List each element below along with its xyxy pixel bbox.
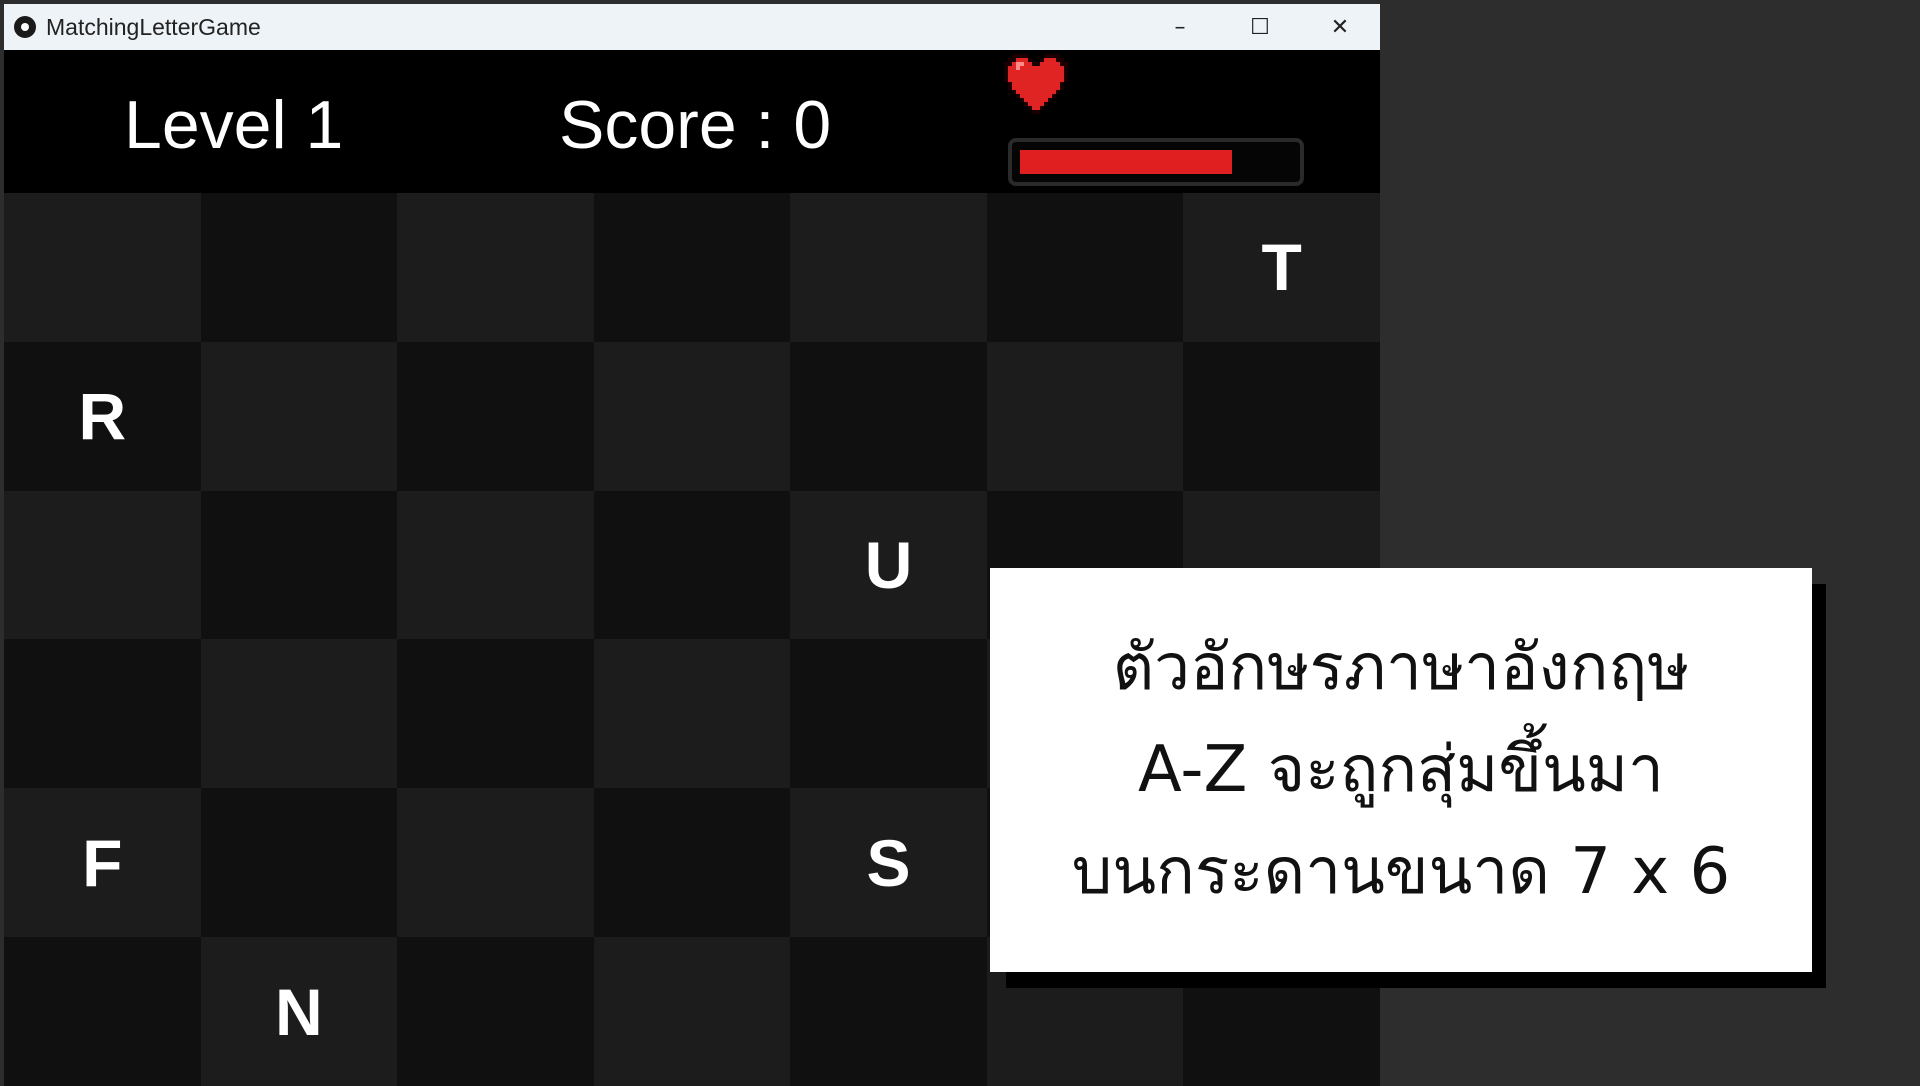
board-cell[interactable] <box>397 490 594 640</box>
minimize-button[interactable]: – <box>1140 4 1220 50</box>
board-cell[interactable] <box>1183 341 1380 491</box>
board-cell[interactable] <box>986 193 1184 342</box>
title-bar[interactable]: MatchingLetterGame – ☐ ✕ <box>4 4 1380 50</box>
board-cell[interactable] <box>4 639 201 789</box>
window-title: MatchingLetterGame <box>46 13 261 40</box>
board-cell[interactable] <box>790 937 987 1086</box>
board-cell[interactable] <box>593 639 791 789</box>
board-cell[interactable] <box>790 639 987 789</box>
health-bar <box>1008 138 1304 186</box>
board-cell[interactable] <box>397 937 594 1086</box>
caption-line: ตัวอักษรภาษาอังกฤษ <box>1112 631 1690 705</box>
board-cell[interactable] <box>790 341 987 491</box>
letter-tile[interactable]: U <box>790 490 987 640</box>
board-cell[interactable] <box>200 490 398 640</box>
board-cell[interactable] <box>200 788 398 938</box>
level-label: Level 1 <box>124 87 344 163</box>
board-cell[interactable] <box>4 193 201 342</box>
board-cell[interactable] <box>397 788 594 938</box>
close-button[interactable]: ✕ <box>1300 4 1380 50</box>
board-cell[interactable] <box>593 937 791 1086</box>
caption-box: ตัวอักษรภาษาอังกฤษ A-Z จะถูกสุ่มขึ้นมา บ… <box>990 568 1812 972</box>
caption-line: บนกระดานขนาด 7 x 6 <box>1071 835 1731 909</box>
letter-tile[interactable]: S <box>790 788 987 938</box>
maximize-button[interactable]: ☐ <box>1220 4 1300 50</box>
board-cell[interactable] <box>593 788 791 938</box>
board-cell[interactable] <box>593 193 791 342</box>
score-label: Score : 0 <box>559 87 832 163</box>
caption-line: A-Z จะถูกสุ่มขึ้นมา <box>1138 733 1664 807</box>
letter-tile[interactable]: F <box>4 788 201 938</box>
board-cell[interactable] <box>200 341 398 491</box>
board-cell[interactable] <box>200 639 398 789</box>
heart-icon <box>1004 54 1068 114</box>
health-bar-fill <box>1020 150 1232 174</box>
window-controls: – ☐ ✕ <box>1140 4 1380 50</box>
letter-tile[interactable]: T <box>1183 193 1380 342</box>
board-cell[interactable] <box>593 490 791 640</box>
board-cell[interactable] <box>397 639 594 789</box>
hud: Level 1 Score : 0 <box>4 50 1380 193</box>
letter-tile[interactable]: R <box>4 341 201 491</box>
letter-tile[interactable]: N <box>200 937 398 1086</box>
board-cell[interactable] <box>4 937 201 1086</box>
board-cell[interactable] <box>593 341 791 491</box>
board-cell[interactable] <box>4 490 201 640</box>
board-cell[interactable] <box>790 193 987 342</box>
board-cell[interactable] <box>200 193 398 342</box>
board-cell[interactable] <box>986 341 1184 491</box>
board-cell[interactable] <box>397 193 594 342</box>
app-icon <box>14 16 36 38</box>
board-cell[interactable] <box>397 341 594 491</box>
